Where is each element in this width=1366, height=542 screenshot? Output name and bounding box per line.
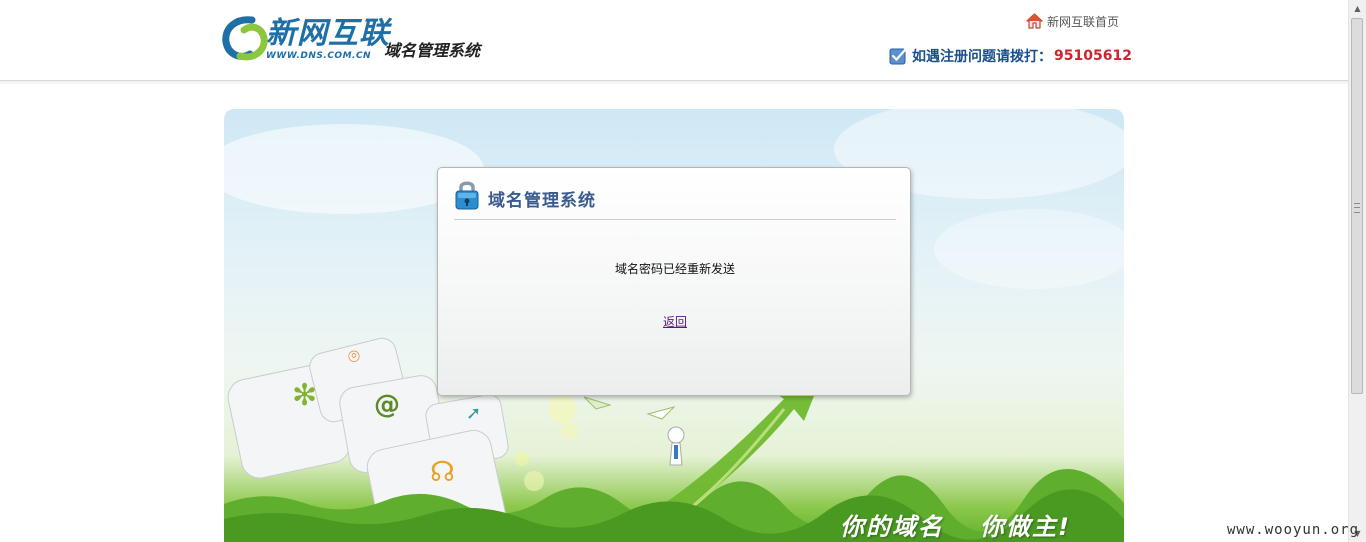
logo-name: 新网互联 [266, 16, 390, 51]
system-name: 域名管理系统 [384, 41, 481, 60]
scroll-grip-icon [1354, 203, 1360, 213]
back-link[interactable]: 返回 [663, 315, 687, 329]
home-link-label: 新网互联首页 [1047, 14, 1120, 29]
vertical-scrollbar[interactable]: ▲ ▼ [1348, 0, 1366, 542]
dialog-title: 域名管理系统 [488, 191, 596, 211]
site-header: 新网互联 WWW.DNS.COM.CN 域名管理系统 新网互联首页 如遇注册问题… [0, 0, 1348, 81]
xinnet-logo[interactable]: 新网互联 WWW.DNS.COM.CN [222, 16, 389, 66]
watermark: www.wooyun.org [1227, 522, 1360, 538]
dialog-header: 域名管理系统 [454, 178, 896, 220]
headset-icon: ☊ [430, 455, 455, 488]
scroll-up-icon[interactable]: ▲ [1349, 0, 1366, 17]
at-sign-icon: @ [374, 390, 400, 420]
arrow-icon: ➚ [466, 403, 481, 424]
logo-mark-icon [222, 16, 268, 61]
asterisk-icon: ✻ [292, 378, 317, 413]
home-link[interactable]: 新网互联首页 [1026, 12, 1119, 30]
slogan-part-1: 你的域名 [840, 513, 944, 541]
mouse-icon: ⌾ [348, 344, 360, 368]
slogan-part-2: 你做主! [980, 513, 1071, 541]
message-dialog: 域名管理系统 域名密码已经重新发送 返回 [437, 167, 911, 396]
back-link-row: 返回 [438, 313, 912, 330]
dialog-message: 域名密码已经重新发送 [614, 262, 735, 276]
lock-icon [455, 181, 479, 210]
logo-url: WWW.DNS.COM.CN [266, 51, 372, 61]
hotline: 如遇注册问题请拨打： 95105612 [889, 46, 1132, 66]
hotline-number: 95105612 [1054, 48, 1132, 64]
check-icon [889, 48, 907, 65]
banner-slogan: 你的域名 你做主! [840, 507, 1071, 542]
house-icon [1026, 13, 1043, 29]
scroll-thumb[interactable] [1351, 18, 1363, 394]
hotline-label: 如遇注册问题请拨打： [912, 49, 1052, 65]
